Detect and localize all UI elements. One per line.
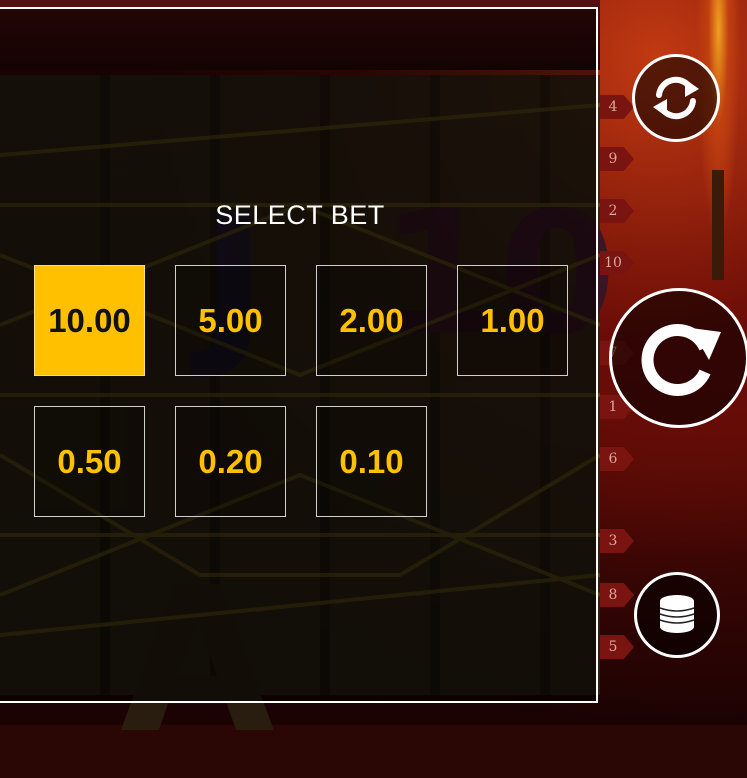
bet-option-button[interactable]: 5.00 — [175, 265, 286, 376]
spin-arrow-icon — [641, 324, 721, 396]
bet-option-button[interactable]: 1.00 — [457, 265, 568, 376]
panel-title: SELECT BET — [215, 200, 385, 230]
bet-option-button[interactable]: 0.20 — [175, 406, 286, 517]
bet-button[interactable] — [634, 572, 720, 658]
bet-option-button[interactable]: 0.10 — [316, 406, 427, 517]
coin-stack-icon — [659, 595, 695, 633]
autoplay-button[interactable] — [632, 54, 720, 142]
bet-option-button[interactable]: 0.50 — [34, 406, 145, 517]
autoplay-arrows-icon — [653, 76, 699, 120]
spin-button[interactable] — [609, 288, 747, 428]
torch-stick — [712, 170, 724, 280]
bet-option-button[interactable]: 10.00 — [34, 265, 145, 376]
bet-option-button[interactable]: 2.00 — [316, 265, 427, 376]
